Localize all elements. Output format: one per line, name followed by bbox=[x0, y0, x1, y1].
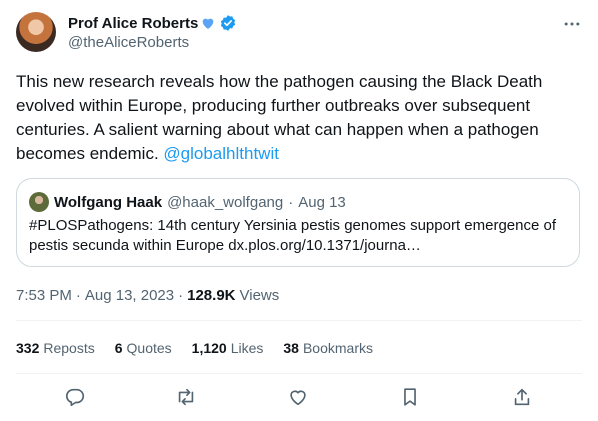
quote-tweet-card[interactable]: Wolfgang Haak @haak_wolfgang · Aug 13 #P… bbox=[16, 178, 580, 267]
tweet-meta: 7:53 PM · Aug 13, 2023 · 128.9K Views bbox=[16, 287, 279, 304]
author-avatar[interactable] bbox=[16, 12, 56, 52]
mention-link[interactable]: @globalhlthtwit bbox=[163, 144, 279, 163]
bookmarks-stat[interactable]: 38 Bookmarks bbox=[283, 340, 373, 356]
more-icon[interactable] bbox=[562, 14, 582, 34]
quote-separator: · bbox=[288, 193, 294, 211]
tweet-time[interactable]: 7:53 PM bbox=[16, 287, 72, 304]
quote-header: Wolfgang Haak @haak_wolfgang · Aug 13 bbox=[29, 192, 346, 212]
quotes-label: Quotes bbox=[126, 340, 172, 356]
repost-icon[interactable] bbox=[175, 386, 197, 408]
like-icon[interactable] bbox=[287, 386, 309, 408]
quote-author-name: Wolfgang Haak bbox=[54, 193, 163, 211]
tweet-date[interactable]: Aug 13, 2023 bbox=[85, 287, 174, 304]
quote-author-avatar bbox=[29, 192, 49, 212]
bookmarks-label: Bookmarks bbox=[302, 340, 373, 356]
name-row: Prof Alice Roberts bbox=[68, 14, 237, 32]
tweet-body: This new research reveals how the pathog… bbox=[16, 72, 543, 163]
reposts-label: Reposts bbox=[43, 340, 95, 356]
author-handle[interactable]: @theAliceRoberts bbox=[68, 34, 189, 51]
author-display-name[interactable]: Prof Alice Roberts bbox=[68, 15, 198, 32]
action-bar bbox=[64, 386, 542, 410]
likes-stat[interactable]: 1,120 Likes bbox=[192, 340, 264, 356]
likes-count: 1,120 bbox=[191, 340, 227, 356]
reposts-stat[interactable]: 332 Reposts bbox=[16, 340, 95, 356]
engagement-stats: 332 Reposts 6 Quotes 1,120 Likes 38 Bookmark… bbox=[16, 340, 373, 356]
likes-label: Likes bbox=[230, 340, 264, 356]
quote-text: #PLOSPathogens: 14th century Yersinia pe… bbox=[29, 217, 556, 254]
meta-separator: · bbox=[178, 287, 184, 304]
verified-icon[interactable] bbox=[219, 14, 237, 32]
divider bbox=[16, 373, 582, 374]
reposts-count: 332 bbox=[16, 340, 40, 356]
views-label: Views bbox=[239, 287, 280, 304]
divider bbox=[16, 320, 582, 321]
quotes-count: 6 bbox=[114, 340, 123, 356]
bookmarks-count: 38 bbox=[283, 340, 299, 356]
quote-date: Aug 13 bbox=[298, 193, 346, 211]
reply-icon[interactable] bbox=[64, 386, 86, 408]
share-icon[interactable] bbox=[511, 386, 533, 408]
tweet-text: This new research reveals how the pathog… bbox=[16, 70, 576, 166]
quote-author-handle: @haak_wolfgang bbox=[167, 193, 284, 211]
bookmark-icon[interactable] bbox=[399, 386, 421, 408]
blue-heart-icon bbox=[202, 18, 214, 29]
views-count: 128.9K bbox=[187, 287, 236, 304]
meta-separator: · bbox=[75, 287, 81, 304]
tweet-header: Prof Alice Roberts @theAliceRoberts bbox=[16, 12, 582, 54]
tweet: Prof Alice Roberts @theAliceRoberts This… bbox=[0, 0, 598, 421]
quotes-stat[interactable]: 6 Quotes bbox=[115, 340, 172, 356]
